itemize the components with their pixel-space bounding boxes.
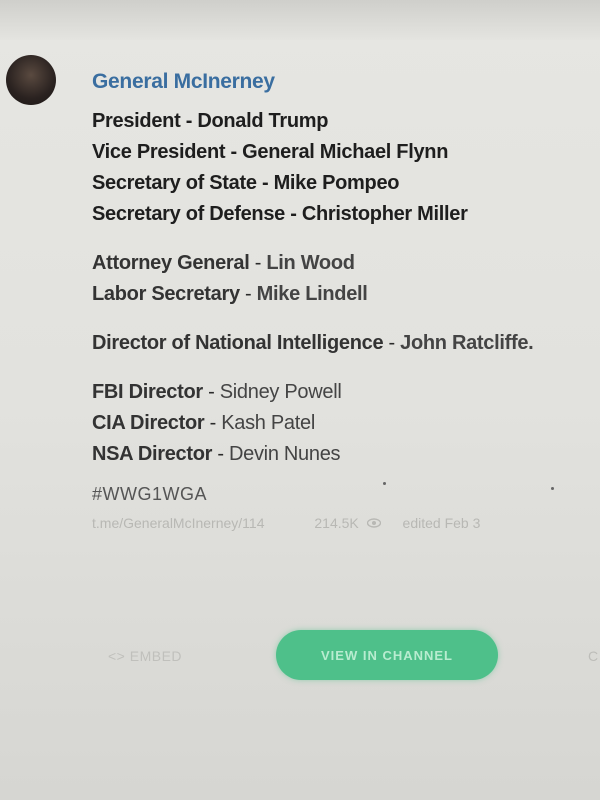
separator: - xyxy=(383,332,401,354)
role-label: President xyxy=(92,110,181,132)
name-label: Lin Wood xyxy=(266,252,355,274)
name-label: Kash Patel xyxy=(221,412,315,434)
name-label: John Ratcliffe. xyxy=(400,332,534,354)
separator: - xyxy=(249,252,267,274)
role-label: Vice President xyxy=(92,141,226,163)
embed-button[interactable]: <> EMBED xyxy=(108,648,182,664)
separator: - xyxy=(212,443,230,465)
name-label: Sidney Powell xyxy=(219,381,342,403)
name-label: Christopher Miller xyxy=(301,203,468,225)
name-label: Mike Pompeo xyxy=(273,172,400,194)
separator: - xyxy=(202,381,220,403)
role-label: Secretary of State xyxy=(92,172,257,194)
separator: - xyxy=(239,283,257,305)
edited-timestamp: edited Feb 3 xyxy=(402,515,481,531)
separator: - xyxy=(180,110,198,132)
block-executive: President - Donald Trump Vice President … xyxy=(92,106,592,230)
list-item: Vice President - General Michael Flynn xyxy=(92,137,592,168)
separator: - xyxy=(285,203,302,225)
name-label: Devin Nunes xyxy=(229,443,341,465)
post-link[interactable]: t.me/GeneralMcInerney/114 xyxy=(92,515,265,531)
role-label: Attorney General xyxy=(92,252,250,274)
separator: - xyxy=(204,412,222,434)
role-label: Secretary of Defense xyxy=(92,203,285,225)
list-item: Attorney General - Lin Wood xyxy=(92,248,592,279)
window-top-edge xyxy=(0,0,600,40)
role-label: Director of National Intelligence xyxy=(92,332,384,354)
role-label: FBI Director xyxy=(92,381,203,403)
role-label: NSA Director xyxy=(92,443,213,465)
name-label: Donald Trump xyxy=(197,110,329,132)
separator: - xyxy=(225,141,243,163)
copy-button[interactable]: C xyxy=(588,648,598,664)
list-item: Labor Secretary - Mike Lindell xyxy=(92,279,592,310)
view-count: 214.5K xyxy=(314,515,359,531)
name-label: Mike Lindell xyxy=(256,283,368,305)
block-intelligence: Director of National Intelligence - John… xyxy=(92,328,592,359)
list-item: Director of National Intelligence - John… xyxy=(92,328,592,359)
block-agencies: FBI Director - Sidney Powell CIA Directo… xyxy=(92,377,592,470)
message-post: General McInerney President - Donald Tru… xyxy=(92,70,592,531)
role-label: CIA Director xyxy=(92,412,205,434)
speck xyxy=(551,487,554,490)
list-item: FBI Director - Sidney Powell xyxy=(92,377,592,408)
post-meta: t.me/GeneralMcInerney/114 214.5K edited … xyxy=(92,515,592,531)
avatar[interactable] xyxy=(6,55,56,105)
author-name[interactable]: General McInerney xyxy=(92,70,592,94)
speck xyxy=(383,482,386,485)
view-in-channel-button[interactable]: VIEW IN CHANNEL xyxy=(276,630,498,680)
hashtag-link[interactable]: #WWG1WGA xyxy=(92,484,592,505)
block-cabinet: Attorney General - Lin Wood Labor Secret… xyxy=(92,248,592,310)
list-item: President - Donald Trump xyxy=(92,106,592,137)
separator: - xyxy=(256,172,274,194)
list-item: Secretary of State - Mike Pompeo xyxy=(92,168,592,199)
name-label: General Michael Flynn xyxy=(242,141,449,163)
list-item: CIA Director - Kash Patel xyxy=(92,408,592,439)
list-item: NSA Director - Devin Nunes xyxy=(92,439,592,470)
list-item: Secretary of Defense - Christopher Mille… xyxy=(92,199,592,230)
eye-icon xyxy=(366,515,381,531)
role-label: Labor Secretary xyxy=(92,283,240,305)
